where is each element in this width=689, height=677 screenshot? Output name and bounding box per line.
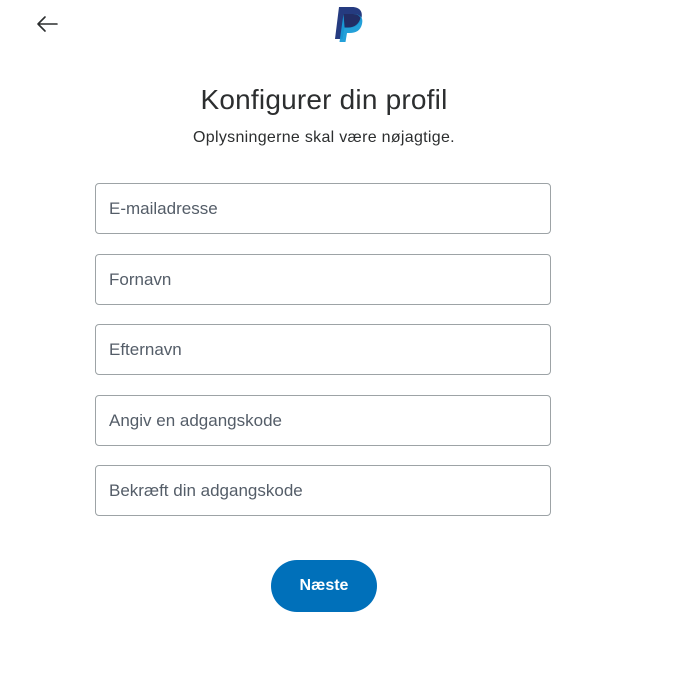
back-button[interactable] <box>30 8 64 40</box>
first-name-field[interactable] <box>95 254 551 305</box>
confirm-password-input[interactable] <box>96 466 550 515</box>
next-button[interactable]: Næste <box>271 560 377 612</box>
page-title: Konfigurer din profil <box>200 84 448 115</box>
page-subtitle: Oplysningerne skal være nøjagtige. <box>193 129 455 146</box>
last-name-field[interactable] <box>95 324 551 375</box>
confirm-password-field[interactable] <box>95 465 551 516</box>
paypal-logo-icon <box>335 7 363 42</box>
arrow-left-icon <box>37 16 58 32</box>
profile-setup-page: Konfigurer din profil Oplysningerne skal… <box>0 0 689 677</box>
first-name-input[interactable] <box>96 255 550 304</box>
email-field[interactable] <box>95 183 551 234</box>
email-input[interactable] <box>96 184 550 233</box>
last-name-input[interactable] <box>96 325 550 374</box>
password-input[interactable] <box>96 396 550 445</box>
password-field[interactable] <box>95 395 551 446</box>
